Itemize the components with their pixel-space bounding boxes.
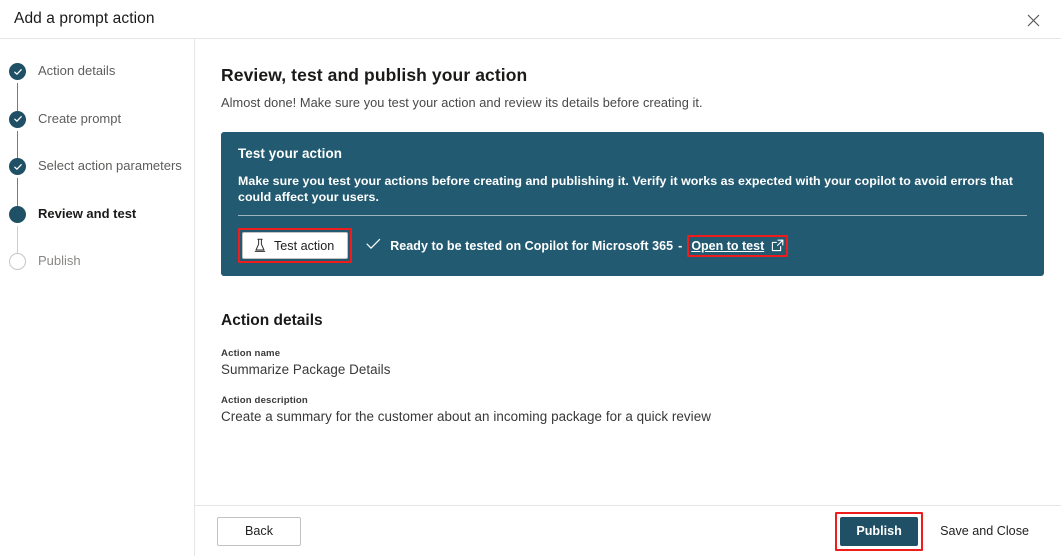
field-action-name: Action name Summarize Package Details bbox=[221, 348, 1044, 377]
sidebar-step-action-details[interactable]: Action details bbox=[0, 61, 194, 109]
step-connector bbox=[17, 178, 18, 206]
sidebar-step-label: Review and test bbox=[38, 204, 136, 223]
step-marker bbox=[9, 111, 27, 129]
sidebar-step-select-action-parameters[interactable]: Select action parameters bbox=[0, 156, 194, 204]
step-complete-icon bbox=[9, 111, 26, 128]
open-link-separator: - bbox=[678, 239, 682, 253]
open-to-test-label: Open to test bbox=[691, 239, 764, 253]
dialog-body: Action details Create prompt bbox=[0, 38, 1061, 556]
step-connector bbox=[17, 226, 18, 254]
ready-status: Ready to be tested on Copilot for Micros… bbox=[366, 237, 673, 255]
action-name-label: Action name bbox=[221, 348, 1044, 359]
step-connector bbox=[17, 131, 18, 159]
add-prompt-action-dialog: Add a prompt action A bbox=[0, 0, 1061, 556]
sidebar-step-create-prompt[interactable]: Create prompt bbox=[0, 109, 194, 157]
content-scroll-area: Review, test and publish your action Alm… bbox=[195, 39, 1061, 505]
step-pending-icon bbox=[9, 253, 26, 270]
close-button[interactable] bbox=[1019, 6, 1047, 34]
dialog-footer: Back Publish Save and Close bbox=[195, 505, 1061, 556]
annotation-box-test-action: Test action bbox=[238, 228, 352, 263]
step-complete-icon bbox=[9, 158, 26, 175]
open-to-test-wrap: - Open to test bbox=[678, 235, 788, 257]
action-description-value: Create a summary for the customer about … bbox=[221, 409, 1044, 424]
back-button[interactable]: Back bbox=[217, 517, 301, 546]
step-marker bbox=[9, 206, 27, 224]
step-marker bbox=[9, 63, 27, 81]
test-action-row: Test action Ready to be tested on Copilo… bbox=[238, 228, 1027, 263]
annotation-box-open-to-test: Open to test bbox=[687, 235, 788, 257]
step-marker bbox=[9, 253, 27, 271]
save-and-close-button[interactable]: Save and Close bbox=[925, 517, 1044, 546]
test-panel-description: Make sure you test your actions before c… bbox=[238, 173, 1027, 205]
sidebar-step-review-and-test[interactable]: Review and test bbox=[0, 204, 194, 252]
open-to-test-link[interactable]: Open to test bbox=[691, 239, 784, 253]
field-action-description: Action description Create a summary for … bbox=[221, 395, 1044, 424]
test-your-action-panel: Test your action Make sure you test your… bbox=[221, 132, 1044, 276]
dialog-title: Add a prompt action bbox=[14, 10, 155, 28]
page-title: Review, test and publish your action bbox=[221, 65, 1044, 86]
step-current-icon bbox=[9, 206, 26, 223]
external-link-icon bbox=[771, 239, 784, 252]
sidebar-step-label: Select action parameters bbox=[38, 156, 182, 175]
sidebar-step-publish[interactable]: Publish bbox=[0, 251, 194, 299]
annotation-box-publish: Publish bbox=[835, 512, 923, 551]
step-marker bbox=[9, 158, 27, 176]
main-content: Review, test and publish your action Alm… bbox=[195, 39, 1061, 556]
step-connector bbox=[17, 83, 18, 111]
action-details-heading: Action details bbox=[221, 312, 1044, 330]
test-action-button-label: Test action bbox=[274, 239, 334, 253]
step-complete-icon bbox=[9, 63, 26, 80]
test-panel-divider bbox=[238, 215, 1027, 216]
sidebar-step-label: Publish bbox=[38, 251, 81, 270]
action-description-label: Action description bbox=[221, 395, 1044, 406]
dialog-titlebar: Add a prompt action bbox=[0, 0, 1061, 38]
sidebar-step-label: Action details bbox=[38, 61, 115, 80]
beaker-icon bbox=[253, 238, 267, 253]
test-action-button[interactable]: Test action bbox=[242, 232, 348, 259]
page-subtitle: Almost done! Make sure you test your act… bbox=[221, 95, 1044, 110]
action-name-value: Summarize Package Details bbox=[221, 362, 1044, 377]
checkmark-icon bbox=[366, 237, 381, 255]
test-panel-title: Test your action bbox=[238, 146, 1027, 161]
publish-button[interactable]: Publish bbox=[840, 517, 918, 546]
ready-status-text: Ready to be tested on Copilot for Micros… bbox=[390, 239, 673, 253]
wizard-sidebar: Action details Create prompt bbox=[0, 39, 195, 556]
footer-right-actions: Publish Save and Close bbox=[835, 512, 1044, 551]
sidebar-step-label: Create prompt bbox=[38, 109, 121, 128]
close-icon bbox=[1027, 14, 1040, 27]
